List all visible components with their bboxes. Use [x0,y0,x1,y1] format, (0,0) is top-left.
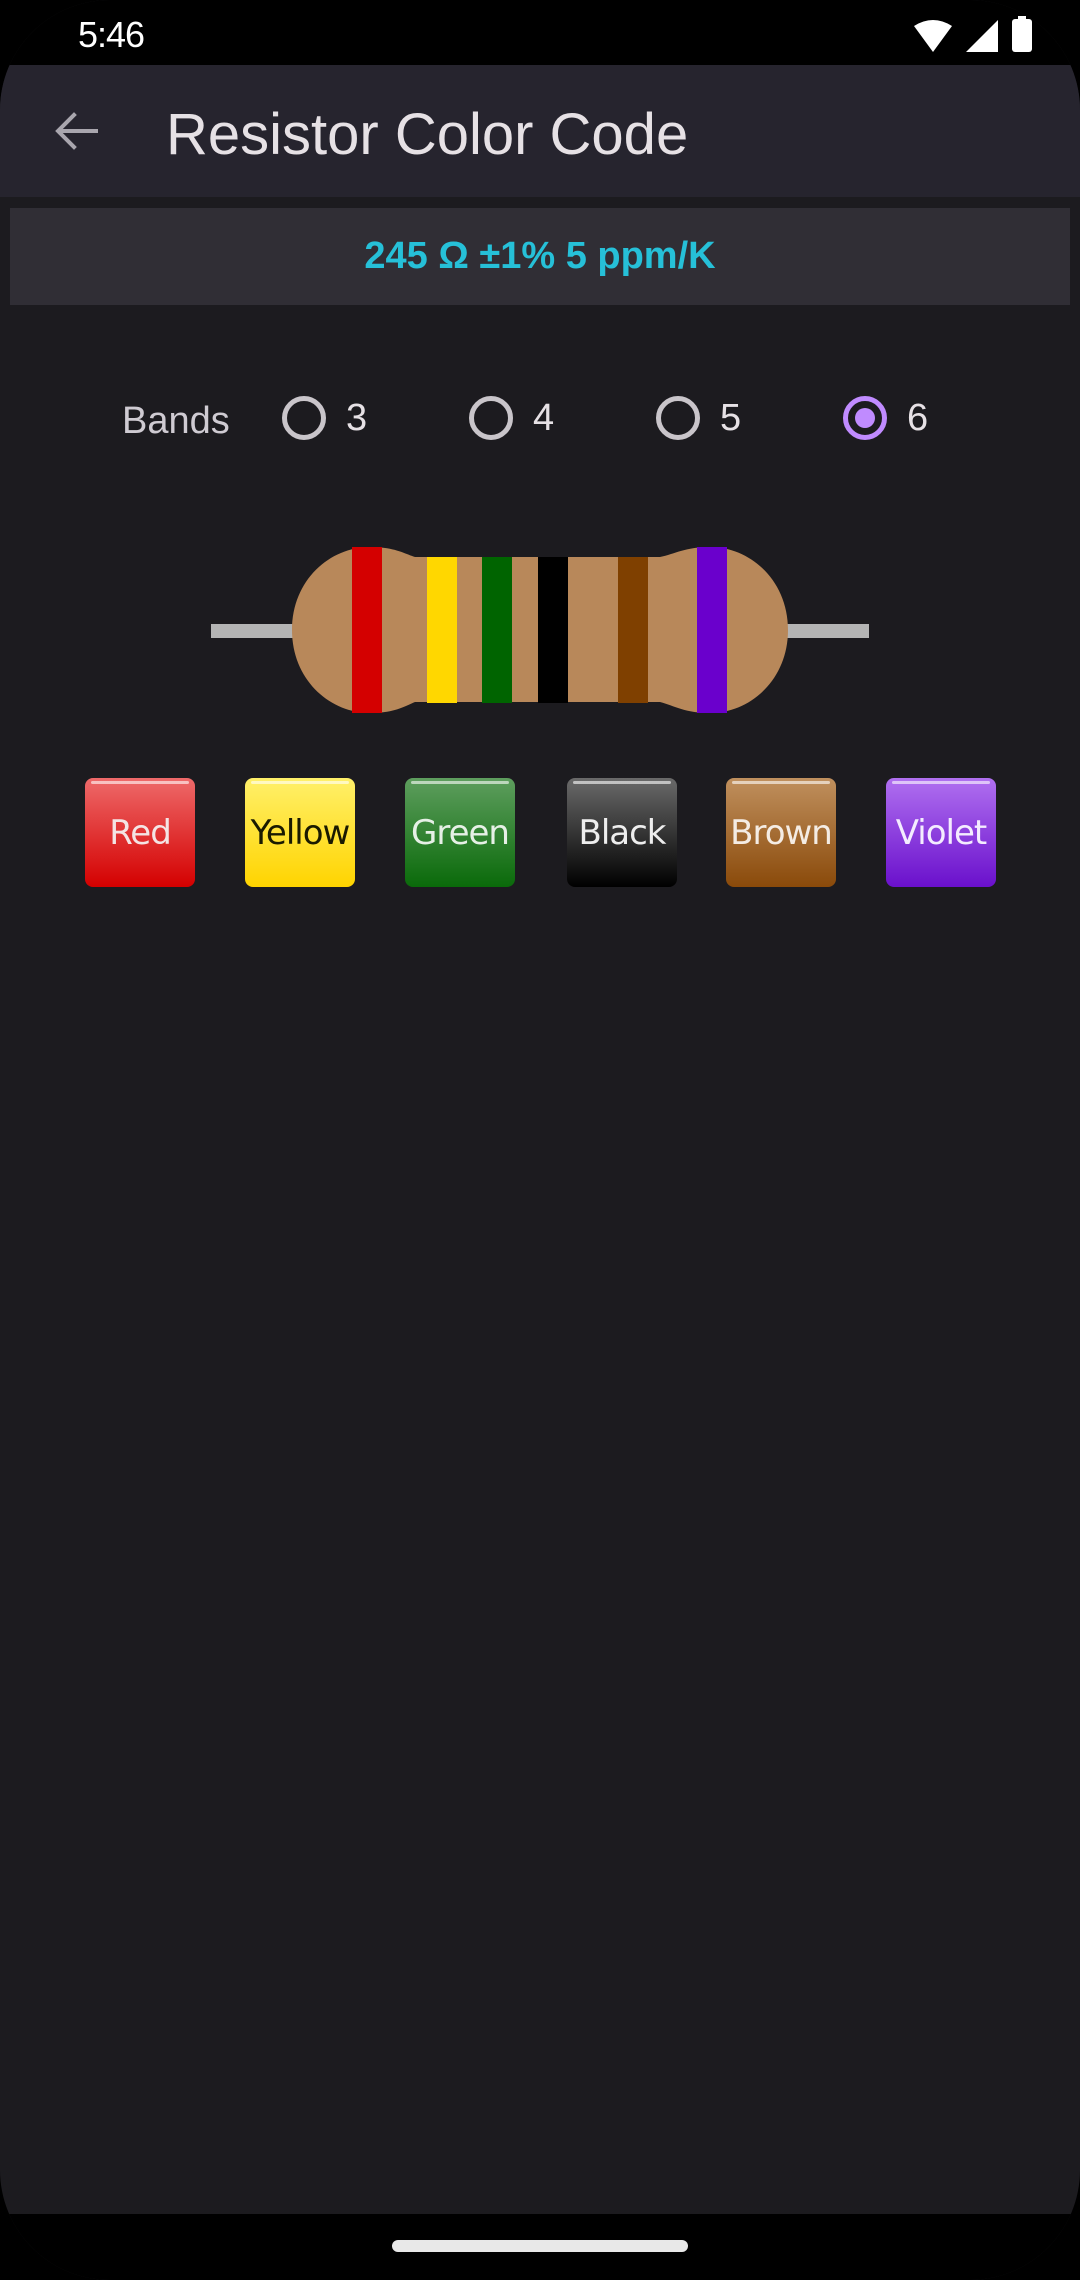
resistor-lead-left [211,624,296,638]
radio-circle[interactable] [469,396,513,440]
color-button-row: Red Yellow Green Black Brown Violet [0,778,1080,888]
color-button-label: Yellow [250,812,351,853]
color-button-label: Violet [895,812,987,853]
result-value: 245 Ω ±1% 5 ppm/K [364,235,716,277]
color-button-label: Green [411,812,510,853]
battery-icon [1012,16,1032,52]
resistor-band-yellow [427,557,457,703]
band-option-5[interactable]: 5 [656,390,741,446]
navigation-bar [0,2214,1080,2280]
resistor-band-brown [618,557,648,703]
resistor-band-black [538,557,568,703]
resistor-band-violet [697,547,727,713]
resistor-band-green [482,557,512,703]
color-button-red[interactable]: Red [85,778,195,887]
wifi-icon [914,20,952,52]
status-bar: 5:46 [0,0,1080,65]
status-time: 5:46 [78,14,145,55]
back-button[interactable] [40,95,112,167]
radio-label: 4 [533,396,555,439]
band-option-4[interactable]: 4 [469,390,554,446]
status-icons [914,14,1032,52]
bands-label: Bands [122,400,230,442]
color-button-black[interactable]: Black [567,778,677,887]
radio-label: 6 [907,396,929,439]
color-button-label: Black [578,812,667,853]
color-button-label: Red [109,812,172,853]
app-bar: Resistor Color Code [0,65,1080,197]
result-box: 245 Ω ±1% 5 ppm/K [10,208,1070,305]
page-title: Resistor Color Code [166,102,689,167]
radio-circle[interactable] [843,396,887,440]
bands-selector: Bands 3 4 5 6 [0,380,1080,456]
color-button-yellow[interactable]: Yellow [245,778,355,887]
resistor-band-red [352,547,382,713]
radio-circle[interactable] [656,396,700,440]
home-gesture-handle[interactable] [392,2240,688,2252]
band-option-6[interactable]: 6 [843,390,928,446]
resistor-diagram [211,547,869,713]
color-button-brown[interactable]: Brown [726,778,836,887]
radio-label: 5 [720,396,742,439]
color-button-label: Brown [730,812,833,853]
signal-icon [966,20,998,52]
radio-circle[interactable] [282,396,326,440]
band-option-3[interactable]: 3 [282,390,367,446]
color-button-violet[interactable]: Violet [886,778,996,887]
radio-label: 3 [346,396,368,439]
screen: 5:46 Resistor Color Code 245 Ω ±1% 5 ppm… [0,0,1080,2280]
resistor-lead-right [784,624,869,638]
arrow-back-icon [55,112,98,150]
color-button-green[interactable]: Green [405,778,515,887]
